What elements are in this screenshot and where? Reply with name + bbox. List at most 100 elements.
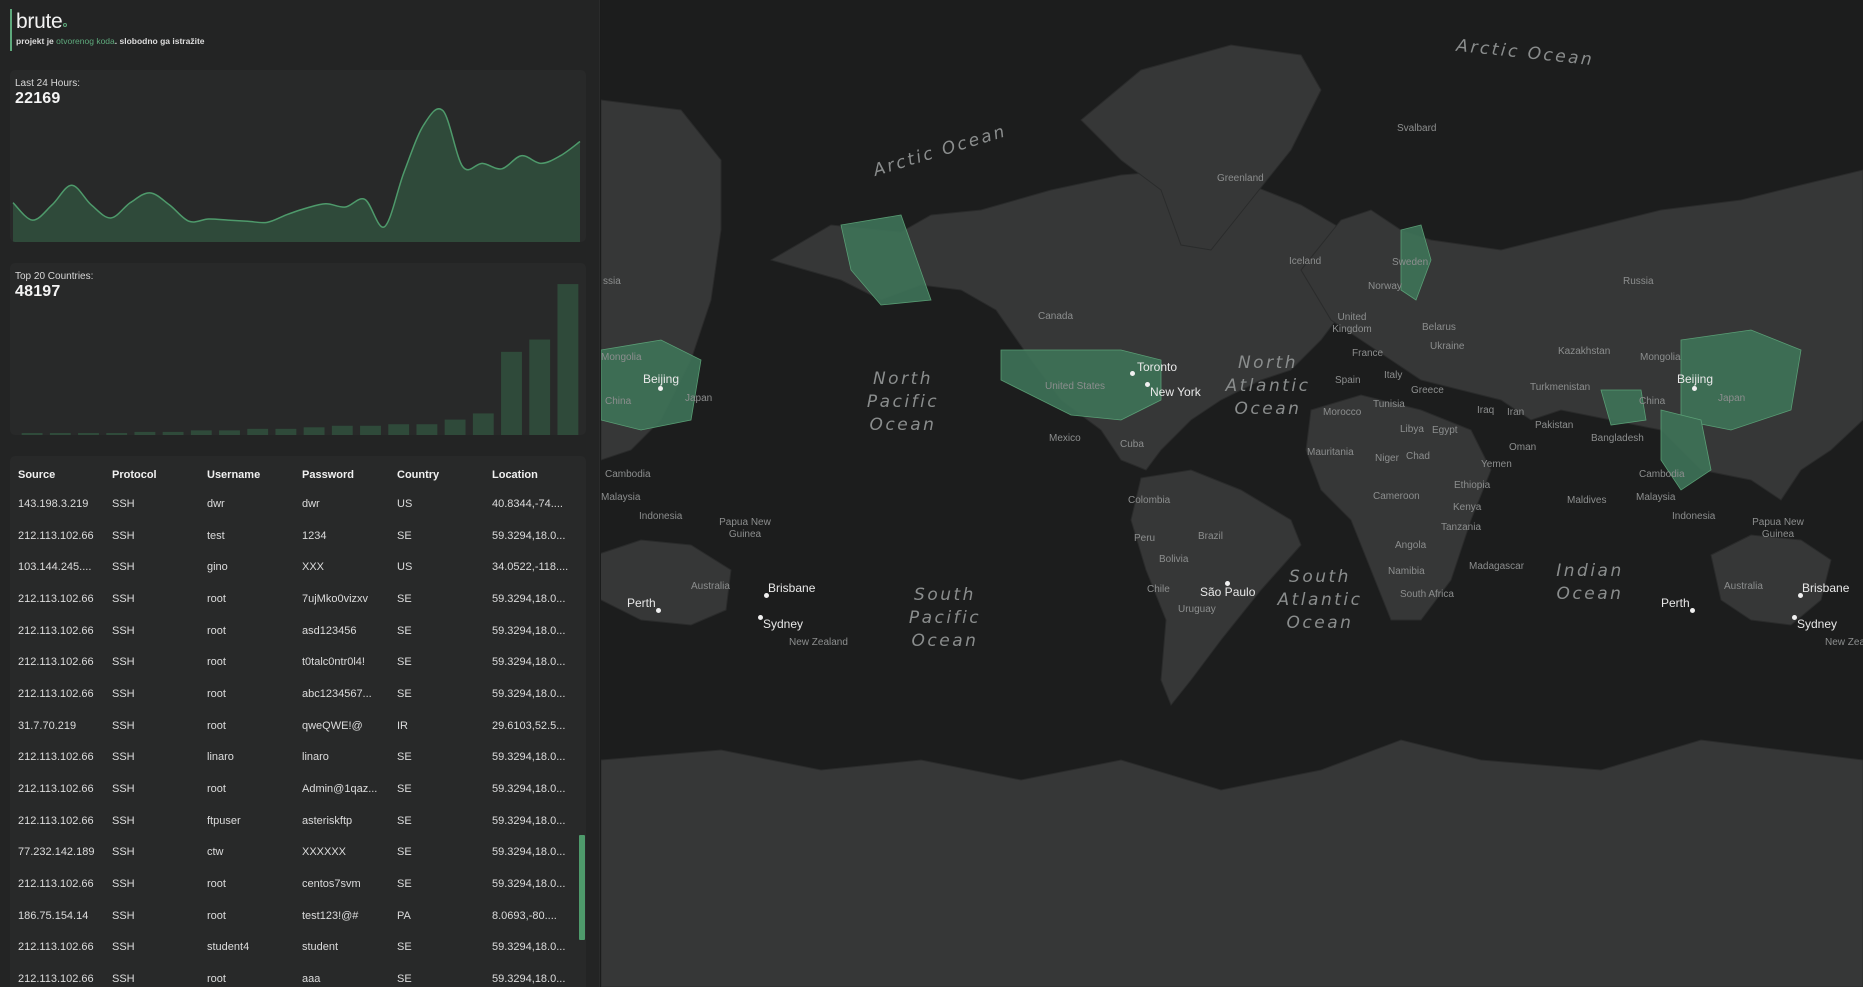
table-header-row: Source Protocol Username Password Country Loc… [10,456,586,488]
cell-username: ctw [207,846,224,859]
cell-location: 59.3294,18.0... [492,656,566,669]
table-row[interactable]: 212.113.102.66 SSH student4 student SE 59.329… [10,932,586,964]
cell-password: asd123456 [302,624,357,637]
table-row[interactable]: 212.113.102.66 SSH root asd123456 SE 59.3294,… [10,615,586,647]
country-bar [190,430,212,435]
cell-protocol: SSH [112,561,135,574]
column-header-protocol[interactable]: Protocol [104,456,199,488]
table-row[interactable]: 212.113.102.66 SSH root abc1234567... SE 59.3… [10,678,586,710]
cell-password: centos7svm [302,878,361,891]
land-label-niger: Niger [1375,453,1399,464]
land-label-china-left: China [605,396,632,407]
land-label-iran: Iran [1507,407,1525,418]
last-24-hours-chart [12,108,581,242]
table-row[interactable]: 31.7.70.219 SSH root qweQWE!@ IR 29.6103,52.5… [10,710,586,742]
cell-username: root [207,687,226,700]
land-label-morocco: Morocco [1323,407,1362,418]
cell-location: 59.3294,18.0... [492,751,566,764]
cell-username: root [207,909,226,922]
cell-username: root [207,624,226,637]
city-label-sydney-right: Sydney [1797,617,1838,631]
ocean-label-indian: Indian Ocean [1556,561,1624,604]
city-label-perth-left: Perth [627,596,656,610]
attempts-table-card: Source Protocol Username Password Country Loc… [10,456,586,987]
cell-location: 59.3294,18.0... [492,687,566,700]
land-label-ethiopia: Ethiopia [1454,480,1491,491]
country-bar [49,433,71,435]
table-row[interactable]: 186.75.154.14 SSH root test123!@# PA 8.0693,-… [10,900,586,932]
table-row[interactable]: 103.144.245.... SSH gino XXX US 34.0522,-118.… [10,551,586,583]
cell-source: 212.113.102.66 [18,592,94,605]
cell-protocol: SSH [112,783,135,796]
land-label-turkmenistan: Turkmenistan [1530,382,1591,393]
column-header-username[interactable]: Username [199,456,294,488]
table-row[interactable]: 77.232.142.189 SSH ctw XXXXXX SE 59.3294,18.0… [10,837,586,869]
table-scrollbar[interactable] [579,835,585,940]
cell-source: 212.113.102.66 [18,973,94,986]
cell-country: SE [397,624,412,637]
table-row[interactable]: 212.113.102.66 SSH root Admin@1qaz... SE 59.3… [10,773,586,805]
country-bar [21,433,43,435]
land-label-madagascar: Madagascar [1469,561,1525,572]
attempts-table: Source Protocol Username Password Country Loc… [10,456,586,987]
land-label-mongolia-left: Mongolia [601,352,642,363]
cell-password: XXXXXX [302,846,347,859]
cell-country: SE [397,529,412,542]
land-label-china-right: China [1639,396,1666,407]
cell-password: dwr [302,497,320,510]
land-label-ukraine: Ukraine [1430,341,1465,352]
country-bar [501,351,522,435]
country-bar [106,433,128,435]
cell-country: SE [397,846,412,859]
column-header-source[interactable]: Source [10,456,104,488]
column-header-password[interactable]: Password [294,456,389,488]
cell-location: 29.6103,52.5... [492,719,566,732]
column-header-location[interactable]: Location [484,456,586,488]
land-label-malaysia-left: Malaysia [601,492,641,503]
cell-password: Admin@1qaz... [302,783,378,796]
table-row[interactable]: 212.113.102.66 SSH test 1234 SE 59.3294,18.0.… [10,520,586,552]
table-row[interactable]: 143.198.3.219 SSH dwr dwr US 40.8344,-74.... [10,488,586,520]
land-label-uk: United Kingdom [1332,312,1372,335]
table-row[interactable]: 212.113.102.66 SSH root centos7svm SE 59.3294… [10,868,586,900]
table-row[interactable]: 212.113.102.66 SSH root t0talc0ntr0l4! SE 59.… [10,646,586,678]
cell-location: 59.3294,18.0... [492,973,566,986]
cell-username: root [207,878,226,891]
land-label-chad: Chad [1406,451,1430,462]
cell-source: 212.113.102.66 [18,878,94,891]
country-bar [360,425,381,435]
land-label-iraq: Iraq [1477,405,1495,416]
land-label-chile: Chile [1147,584,1170,595]
cell-username: root [207,783,226,796]
cell-source: 212.113.102.66 [18,941,94,954]
ocean-label-north-pacific: North Pacific Ocean [866,369,940,435]
world-map[interactable]: Arctic Ocean Arctic Ocean North Pacific … [601,0,1863,987]
country-bar [78,433,99,435]
cell-username: gino [207,561,228,574]
city-dot-toronto [1130,371,1135,376]
cell-source: 212.113.102.66 [18,751,94,764]
last-24-hours-card: Last 24 Hours: 22169 [10,70,586,242]
table-row[interactable]: 212.113.102.66 SSH root 7ujMko0vizxv SE 59.32… [10,583,586,615]
cell-password: t0talc0ntr0l4! [302,656,365,669]
table-row[interactable]: 212.113.102.66 SSH root aaa SE 59.3294,18.0..… [10,963,586,987]
land-label-svalbard: Svalbard [1397,123,1437,134]
land-label-cameroon: Cameroon [1373,491,1420,502]
cell-country: IR [397,719,408,732]
cell-protocol: SSH [112,656,135,669]
city-dot-beijing-right [1692,386,1697,391]
cell-password: test123!@# [302,909,359,922]
cell-password: qweQWE!@ [302,719,363,732]
column-header-country[interactable]: Country [389,456,484,488]
cell-password: 1234 [302,529,327,542]
land-label-cambodia-right: Cambodia [1639,469,1685,480]
land-label-greece: Greece [1411,385,1444,396]
country-bar [303,427,325,435]
cell-protocol: SSH [112,687,135,700]
cell-country: SE [397,941,412,954]
land-label-united-states: United States [1045,381,1106,392]
table-row[interactable]: 212.113.102.66 SSH linaro linaro SE 59.3294,1… [10,742,586,774]
source-code-link[interactable]: otvorenog koda [56,36,115,46]
country-bar [444,419,466,435]
table-row[interactable]: 212.113.102.66 SSH ftpuser asteriskftp SE 59.… [10,805,586,837]
